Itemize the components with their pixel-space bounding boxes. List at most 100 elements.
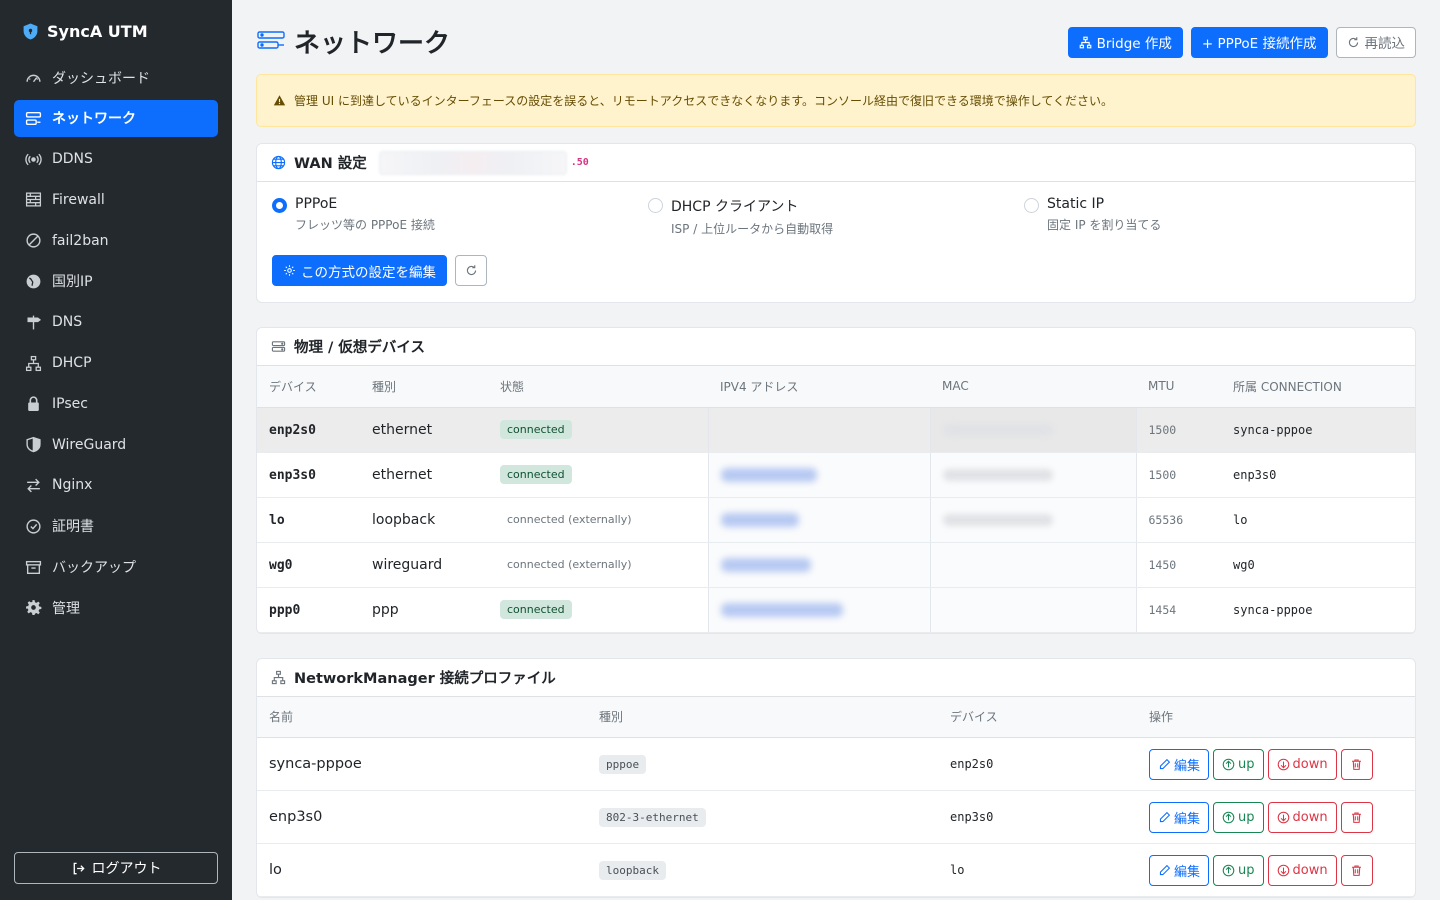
profile-up-button[interactable]: up (1213, 801, 1264, 833)
wan-refresh-button[interactable] (455, 255, 487, 286)
profile-delete-button[interactable] (1340, 801, 1373, 833)
device-name: enp3s0 (269, 467, 316, 483)
profile-delete-button[interactable] (1340, 854, 1373, 886)
profile-edit-button[interactable]: 編集 (1149, 854, 1210, 886)
sidebar-item-9[interactable]: WireGuard (14, 426, 218, 463)
sidebar-item-1[interactable]: ネットワーク (14, 99, 218, 137)
wan-option-1[interactable]: DHCP クライアント ISP / 上位ルータから自動取得 (648, 196, 1024, 237)
reload-label: 再読込 (1364, 36, 1406, 52)
profiles-card: NetworkManager 接続プロファイル 名前 種別 デバイス 操作 synca… (256, 657, 1416, 898)
sidebar-item-2[interactable]: DDNS (14, 141, 218, 178)
shield-logo-icon (23, 23, 38, 40)
device-cell: enp2s0 (257, 407, 360, 453)
wan-ip-address: .50 (378, 150, 589, 175)
profile-ops: 編集 up down (1149, 854, 1403, 886)
page-title: ネットワーク (256, 23, 450, 60)
device-mtu: 65536 (1136, 497, 1221, 543)
globe-icon (25, 273, 42, 290)
down-label: down (1292, 809, 1328, 825)
profile-row[interactable]: lo loopback lo 編集 up down (257, 843, 1415, 897)
device-row[interactable]: ppp0 ppp connected 1454 synca-pppoe (257, 587, 1415, 633)
profile-down-button[interactable]: down (1267, 854, 1337, 886)
sidebar-item-0[interactable]: ダッシュボード (14, 59, 218, 96)
brand[interactable]: SyncA UTM (0, 0, 232, 59)
warning-icon (273, 95, 286, 106)
logout-button[interactable]: ログアウト (14, 852, 218, 884)
ipv4-blur (720, 467, 817, 482)
devices-col-header: IPV4 アドレス (708, 366, 930, 408)
wan-mode-options: PPPoE フレッツ等の PPPoE 接続 DHCP クライアント ISP / 上位ル… (272, 196, 1400, 237)
wan-edit-button[interactable]: この方式の設定を編集 (272, 255, 447, 286)
reload-button[interactable]: 再読込 (1335, 26, 1416, 58)
sidebar-item-13[interactable]: 管理 (14, 589, 218, 626)
device-connection: synca-pppoe (1221, 587, 1415, 633)
wan-option-title: Static IP (1047, 196, 1105, 212)
profile-down-button[interactable]: down (1267, 801, 1337, 833)
devices-col-header: 種別 (360, 366, 488, 408)
device-cell: wg0 (257, 542, 360, 588)
header-actions: Bridge 作成 + PPPoE 接続作成 再読込 (1067, 26, 1416, 58)
wan-option-radio[interactable] (1024, 198, 1039, 213)
sidebar-item-label: ネットワーク (52, 111, 136, 128)
profile-down-button[interactable]: down (1267, 748, 1337, 780)
devices-col-header: MAC (930, 366, 1136, 408)
device-connection: wg0 (1221, 542, 1415, 588)
device-cell: ppp0 (257, 587, 360, 633)
sidebar-item-8[interactable]: IPsec (14, 385, 218, 422)
profile-up-button[interactable]: up (1213, 854, 1264, 886)
devices-card-header: 物理 / 仮想デバイス (257, 328, 1415, 366)
mac-blur (942, 423, 1053, 436)
device-connection: enp3s0 (1221, 452, 1415, 498)
sidebar: SyncA UTM ダッシュボードネットワーク DDNS Firewall fail2… (0, 0, 232, 900)
wan-option-0[interactable]: PPPoE フレッツ等の PPPoE 接続 (272, 196, 648, 237)
sidebar-item-3[interactable]: Firewall (14, 181, 218, 218)
sidebar-item-label: DNS (52, 314, 83, 331)
profile-edit-button[interactable]: 編集 (1149, 748, 1210, 780)
profile-row[interactable]: enp3s0 802-3-ethernet enp3s0 編集 up down (257, 790, 1415, 844)
device-cell: lo (257, 497, 360, 543)
wan-option-desc: ISP / 上位ルータから自動取得 (671, 222, 834, 236)
profile-type-cell: pppoe (587, 737, 938, 791)
up-label: up (1238, 756, 1255, 772)
device-mtu: 1454 (1136, 587, 1221, 633)
bridge-create-button[interactable]: Bridge 作成 (1067, 26, 1183, 58)
profile-ops: 編集 up down (1149, 801, 1403, 833)
profile-edit-button[interactable]: 編集 (1149, 801, 1210, 833)
profile-device: enp3s0 (938, 790, 1137, 844)
sidebar-item-7[interactable]: DHCP (14, 345, 218, 382)
sidebar-item-label: Firewall (52, 191, 105, 208)
profiles-col-header: 種別 (587, 696, 938, 738)
wan-option-2[interactable]: Static IP 固定 IP を割り当てる (1024, 196, 1400, 237)
pppoe-create-button[interactable]: + PPPoE 接続作成 (1190, 26, 1328, 58)
profile-up-button[interactable]: up (1213, 748, 1264, 780)
sidebar-item-4[interactable]: fail2ban (14, 222, 218, 259)
profile-ops-cell: 編集 up down (1137, 790, 1415, 844)
sidebar-item-12[interactable]: バックアップ (14, 549, 218, 586)
device-type: ppp (360, 587, 488, 633)
device-type: loopback (360, 497, 488, 543)
sidebar-item-11[interactable]: 証明書 (14, 508, 218, 545)
sidebar-item-10[interactable]: Nginx (14, 467, 218, 504)
profile-name: enp3s0 (257, 790, 587, 844)
network-icon (257, 31, 285, 49)
profile-row[interactable]: synca-pppoe pppoe enp2s0 編集 up down (257, 737, 1415, 791)
device-type: ethernet (360, 407, 488, 453)
device-row[interactable]: enp3s0 ethernet connected 1500 enp3s0 (257, 452, 1415, 498)
diagram-icon (271, 670, 286, 684)
device-ipv4-redacted (707, 452, 931, 498)
device-row[interactable]: lo loopback connected (externally) 65536 lo (257, 497, 1415, 543)
pencil-icon (1158, 758, 1171, 771)
wan-option-radio[interactable] (648, 198, 663, 213)
sidebar-item-5[interactable]: 国別IP (14, 263, 218, 300)
profile-delete-button[interactable] (1340, 748, 1373, 780)
device-row[interactable]: enp2s0 ethernet connected 1500 synca-pppoe (257, 407, 1415, 453)
device-name: lo (269, 512, 285, 528)
device-state-cell: connected (488, 587, 708, 633)
firewall-icon (25, 191, 42, 208)
pencil-icon (1158, 811, 1171, 824)
device-row[interactable]: wg0 wireguard connected (externally) 1450 wg… (257, 542, 1415, 588)
wan-option-radio[interactable] (272, 198, 287, 213)
sidebar-item-6[interactable]: DNS (14, 304, 218, 341)
diagram-icon (1079, 36, 1091, 48)
diagram-icon (25, 355, 42, 372)
